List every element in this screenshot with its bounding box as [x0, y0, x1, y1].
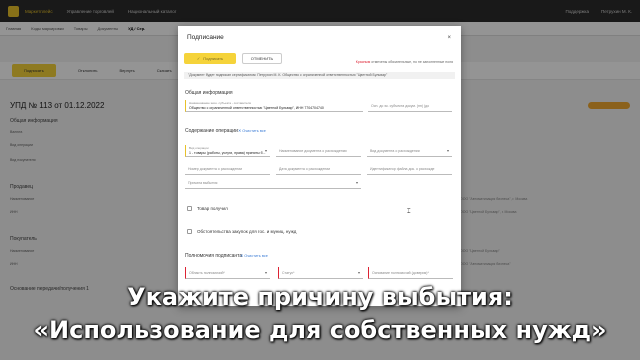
signing-dialog: Подписание × ✓ Подписать ОТМЕНИТЬ Красны…: [178, 26, 461, 306]
authority-scope-placeholder: Область полномочий*: [189, 271, 225, 275]
discrepancy-doc-kind-placeholder: Вид документа о расхождении: [370, 149, 420, 153]
general-info-heading: Общая информация: [185, 90, 233, 96]
chevron-down-icon: ▾: [264, 270, 267, 275]
sign-button[interactable]: ✓ Подписать: [184, 53, 236, 64]
goods-received-row[interactable]: Товар получил: [187, 206, 228, 211]
discrepancy-doc-date-placeholder: Дата документа о расхождении: [279, 167, 331, 171]
close-icon[interactable]: ×: [447, 35, 451, 41]
caption-line-1: Укажите причину выбытия:: [127, 283, 513, 311]
disposal-reason-select[interactable]: Причина выбытия ▾: [185, 177, 361, 189]
organization-field-value: Общество с ограниченной ответственностью…: [189, 105, 324, 110]
chevron-down-icon: ▾: [357, 270, 360, 275]
operation-heading: Содержание операции: [185, 128, 238, 134]
sign-button-label: Подписать: [203, 56, 224, 61]
signer-heading: Полномочия подписанта: [185, 253, 243, 259]
operation-clear-label: Очистить все: [242, 129, 266, 133]
signer-status-select[interactable]: Статус* ▾: [278, 267, 363, 279]
signer-status-placeholder: Статус*: [282, 271, 295, 275]
goods-received-checkbox[interactable]: [187, 206, 192, 211]
operation-type-value: 1 - товары (работы, услуги, права) приня…: [189, 150, 266, 155]
cancel-button[interactable]: ОТМЕНИТЬ: [242, 53, 282, 64]
chevron-down-icon: ▾: [446, 148, 449, 153]
authority-basis-field[interactable]: Основание полномочий (доверия)*: [368, 267, 453, 279]
check-icon: ✓: [196, 56, 201, 61]
operation-type-select[interactable]: Вид операции 1 - товары (работы, услуги,…: [185, 145, 270, 157]
chevron-down-icon: ▾: [355, 180, 358, 185]
discrepancy-file-id-placeholder: Идентификатор файла док. о расхожде: [370, 167, 435, 171]
chevron-down-icon: ▾: [264, 148, 267, 153]
subject-basis-field[interactable]: Осн. до эк. субъекта докум. (нн) (до: [368, 100, 452, 112]
circumstances-row[interactable]: Обстоятельства закупок для гос. и муниц.…: [187, 229, 296, 234]
discrepancy-file-id-field[interactable]: Идентификатор файла док. о расхожде: [367, 163, 452, 175]
subject-basis-placeholder: Осн. до эк. субъекта докум. (нн) (до: [371, 104, 430, 108]
authority-basis-placeholder: Основание полномочий (доверия)*: [372, 271, 429, 275]
operation-type-label: Вид операции: [189, 146, 209, 150]
discrepancy-doc-kind-select[interactable]: Вид документа о расхождении ▾: [367, 145, 452, 157]
certificate-info: "Документ будет подписан сертификатом: П…: [184, 72, 455, 79]
circumstances-label: Обстоятельства закупок для гос. и муниц.…: [197, 229, 297, 234]
caption-line-2: «Использование для собственных нужд»: [33, 316, 607, 344]
organization-field-label: Наименование экон. субъекта - составител…: [189, 101, 251, 105]
organization-field[interactable]: Наименование экон. субъекта - составител…: [185, 100, 363, 112]
discrepancy-doc-number-field[interactable]: Номер документа о расхождении: [185, 163, 270, 175]
discrepancy-doc-number-placeholder: Номер документа о расхождении: [188, 167, 243, 171]
required-note: Красным отмечены обязательные, но не зап…: [356, 60, 453, 64]
discrepancy-doc-name-field[interactable]: Наименование документа о расхождении: [276, 145, 361, 157]
operation-clear-all[interactable]: ✕ Очистить все: [238, 128, 266, 133]
required-note-text: отмечены обязательные, но не заполненные…: [370, 60, 453, 64]
discrepancy-doc-name-placeholder: Наименование документа о расхождении: [279, 149, 347, 153]
authority-scope-select[interactable]: Область полномочий* ▾: [185, 267, 270, 279]
signer-clear-label: Очистить все: [244, 254, 268, 258]
required-note-red: Красным: [355, 60, 371, 64]
dialog-title: Подписание: [187, 34, 224, 41]
circumstances-checkbox[interactable]: [187, 229, 192, 234]
signer-clear-all[interactable]: ✕ Очистить все: [240, 253, 268, 258]
goods-received-label: Товар получил: [197, 206, 228, 211]
disposal-reason-placeholder: Причина выбытия: [188, 181, 218, 185]
discrepancy-doc-date-field[interactable]: Дата документа о расхождении: [276, 163, 361, 175]
mouse-cursor-icon: ⌶: [407, 209, 411, 215]
